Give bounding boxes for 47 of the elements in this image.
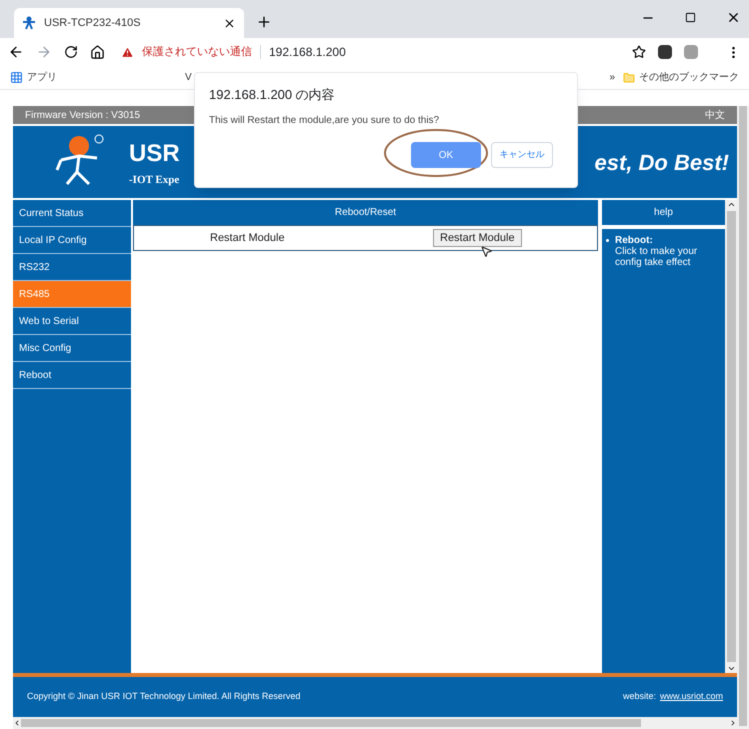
close-icon[interactable] [726, 10, 741, 25]
scroll-down-icon[interactable] [726, 664, 736, 673]
scroll-thumb[interactable] [726, 211, 736, 662]
website-link[interactable]: www.usriot.com [660, 690, 723, 704]
bookmark-star-icon[interactable] [632, 45, 646, 59]
dialog-title: 192.168.1.200 の内容 [209, 86, 336, 104]
forward-icon[interactable] [36, 44, 52, 60]
url-text: 192.168.1.200 [269, 44, 346, 61]
warning-icon [121, 46, 134, 58]
section-header: Reboot/Reset [133, 200, 598, 225]
brand-name: USR [129, 138, 180, 169]
scroll-thumb[interactable] [21, 719, 641, 727]
bookmark-item[interactable]: V [185, 70, 192, 85]
reload-icon[interactable] [64, 45, 78, 59]
scroll-up-icon[interactable] [726, 200, 736, 209]
language-link[interactable]: 中文 [705, 108, 725, 122]
new-tab-icon[interactable] [256, 14, 272, 30]
scroll-left-icon[interactable] [13, 719, 21, 727]
scroll-thumb[interactable] [739, 106, 747, 726]
cancel-button[interactable]: キャンセル [491, 142, 553, 168]
tab-title: USR-TCP232-410S [44, 16, 142, 31]
more-bookmarks[interactable]: » [609, 70, 615, 85]
help-text: Click to make your config take effect [615, 246, 698, 268]
website-label: website: [622, 690, 656, 704]
back-icon[interactable] [8, 44, 24, 60]
bookmark-item[interactable]: アプリ [27, 70, 57, 85]
extension-icon[interactable] [658, 45, 672, 59]
browser-tab[interactable]: USR-TCP232-410S [14, 8, 244, 38]
apps-icon[interactable] [10, 71, 23, 84]
other-bookmarks[interactable]: その他のブックマーク [639, 70, 739, 85]
maximize-icon[interactable] [685, 12, 696, 23]
row-label: Restart Module [210, 230, 286, 246]
help-header: help [602, 200, 725, 225]
firmware-version: Firmware Version : V3015 [25, 108, 140, 122]
close-icon[interactable] [223, 16, 236, 30]
folder-icon [623, 72, 635, 84]
security-warning: 保護されていない通信 [142, 44, 252, 60]
help-heading: Reboot: [615, 235, 654, 246]
scroll-right-icon[interactable] [729, 719, 737, 727]
home-icon[interactable] [90, 44, 105, 60]
person-icon [22, 16, 36, 30]
copyright-text: Copyright © Jinan USR IOT Technology Limited. All Rights Reserved [27, 690, 300, 704]
bullet-icon [606, 239, 609, 242]
address-bar[interactable]: 保護されていない通信 192.168.1.200 [117, 40, 620, 64]
tagline: -IOT Expe [129, 172, 180, 188]
slogan: est, Do Best! [594, 148, 730, 176]
dialog-message: This will Restart the module,are you sure to do this? [209, 114, 440, 128]
